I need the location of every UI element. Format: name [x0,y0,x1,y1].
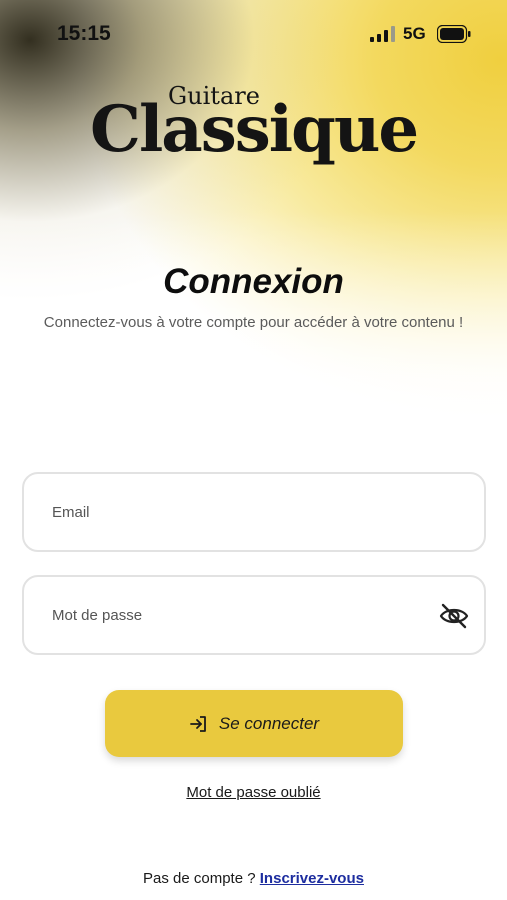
email-field[interactable] [22,472,486,552]
login-button[interactable]: Se connecter [105,690,403,757]
status-bar: 15:15 5G [0,0,507,64]
login-button-label: Se connecter [218,713,320,733]
header-background-fade [0,0,507,470]
page-subtitle: Connectez-vous à votre compte pour accéd… [43,314,464,331]
password-input[interactable] [52,604,432,626]
email-input[interactable] [52,501,432,523]
signal-icon [370,26,395,42]
signup-link[interactable]: Inscrivez-vous [260,870,364,887]
logo-main-text: Classique [90,92,419,167]
signup-row: Pas de compte ? Inscrivez-vous [0,870,507,887]
forgot-password-row: Mot de passe oublié [0,784,507,801]
status-time: 15:15 [57,22,111,45]
password-field[interactable] [22,575,486,655]
page-title: Connexion [163,262,344,301]
no-account-text: Pas de compte ? [143,870,256,887]
eye-off-icon[interactable] [438,601,470,631]
network-type: 5G [403,24,426,43]
login-arrow-icon [190,715,206,732]
forgot-password-link[interactable]: Mot de passe oublié [186,784,320,801]
app-logo: Guitare Classique [90,82,420,178]
battery-icon [437,25,471,43]
